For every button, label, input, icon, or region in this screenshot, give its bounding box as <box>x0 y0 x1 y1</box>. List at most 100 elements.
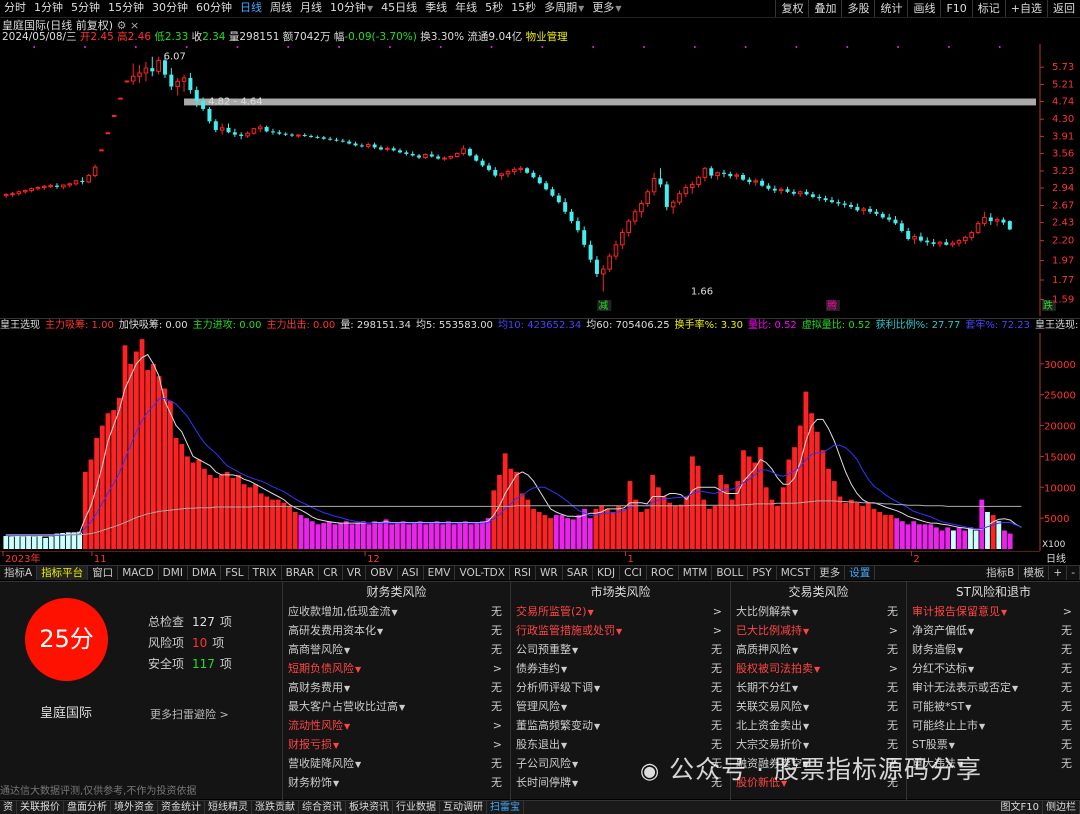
indicator-tab-2[interactable]: 窗口 <box>88 566 119 580</box>
bottom-right-1[interactable]: 侧边栏 <box>1043 801 1080 814</box>
indicator-tab-22[interactable]: BOLL <box>712 566 749 580</box>
risk-item[interactable]: 审计无法表示或否定▼ 无 <box>907 678 1080 697</box>
period-3[interactable]: 15分钟 <box>104 0 148 17</box>
indicator-tab-15[interactable]: RSI <box>510 566 536 580</box>
indicator-tab-8[interactable]: BRAR <box>282 566 320 580</box>
indicator-right-2[interactable]: + <box>1049 566 1068 580</box>
bottom-tab-4[interactable]: 资金统计 <box>158 801 205 814</box>
risk-item[interactable]: 应收款增加,低现金流▼ 无 <box>283 602 510 621</box>
bottom-tab-8[interactable]: 板块资讯 <box>346 801 393 814</box>
period-12[interactable]: 年线 <box>451 0 481 17</box>
bottom-tab-0[interactable]: 资 <box>0 801 17 814</box>
risk-item[interactable]: 短期负债风险▼ > <box>283 659 510 678</box>
indicator-tab-24[interactable]: MCST <box>777 566 816 580</box>
indicator-tab-10[interactable]: VR <box>343 566 367 580</box>
risk-item[interactable]: 长期不分红▼ 无 <box>731 678 906 697</box>
risk-item[interactable]: 审计报告保留意见▼ > <box>907 602 1080 621</box>
indicator-tab-0[interactable]: 指标A <box>0 566 38 580</box>
period-5[interactable]: 60分钟 <box>192 0 236 17</box>
more-scan-link[interactable]: 更多扫雷避险 > <box>150 706 229 722</box>
indicator-tab-6[interactable]: FSL <box>221 566 249 580</box>
tool-2[interactable]: 多股 <box>841 0 874 17</box>
risk-item[interactable]: 高研发费用资本化▼ 无 <box>283 621 510 640</box>
indicator-right-0[interactable]: 指标B <box>982 566 1020 580</box>
candlestick-chart[interactable]: 6.071.664.82 - 4.64减腾跌测财5.735.214.744.30… <box>0 44 1080 316</box>
indicator-tab-18[interactable]: KDJ <box>593 566 621 580</box>
period-15[interactable]: 多周期▼ <box>540 0 588 17</box>
indicator-tab-11[interactable]: OBV <box>366 566 398 580</box>
tool-8[interactable]: 返回 <box>1047 0 1080 17</box>
bottom-tab-6[interactable]: 涨跌贡献 <box>252 801 299 814</box>
risk-item[interactable]: 营收陡降风险▼ 无 <box>283 754 510 773</box>
risk-item[interactable]: 管理风险▼ 无 <box>511 697 730 716</box>
risk-item[interactable]: 财务粉饰▼ 无 <box>283 773 510 792</box>
period-indicator[interactable]: 日线 <box>1046 552 1066 565</box>
indicator-tab-3[interactable]: MACD <box>118 566 159 580</box>
bottom-right-0[interactable]: 图文F10 <box>998 801 1043 814</box>
bottom-tab-10[interactable]: 互动调研 <box>440 801 487 814</box>
indicator-tab-4[interactable]: DMI <box>159 566 188 580</box>
risk-item[interactable]: 北上资金卖出▼ 无 <box>731 716 906 735</box>
risk-item[interactable]: 高商誉风险▼ 无 <box>283 640 510 659</box>
indicator-tab-21[interactable]: MTM <box>679 566 713 580</box>
indicator-right-1[interactable]: 模板 <box>1019 566 1050 580</box>
risk-item[interactable]: 可能终止上市▼ 无 <box>907 716 1080 735</box>
risk-item[interactable]: 行政监管措施或处罚▼ > <box>511 621 730 640</box>
risk-item[interactable]: 大比例解禁▼ 无 <box>731 602 906 621</box>
risk-item[interactable]: 公司预重整▼ 无 <box>511 640 730 659</box>
risk-item[interactable]: 董监高频繁变动▼ 无 <box>511 716 730 735</box>
risk-item[interactable]: 高财务费用▼ 无 <box>283 678 510 697</box>
tool-6[interactable]: 标记 <box>971 0 1005 17</box>
indicator-tab-1[interactable]: 指标平台 <box>37 566 89 580</box>
period-8[interactable]: 月线 <box>296 0 326 17</box>
period-14[interactable]: 15秒 <box>507 0 540 17</box>
indicator-tab-9[interactable]: CR <box>319 566 343 580</box>
event-marker[interactable]: 腾 <box>827 299 837 312</box>
risk-item[interactable]: 分析师评级下调▼ 无 <box>511 678 730 697</box>
risk-item[interactable]: 交易所监管(2)▼ > <box>511 602 730 621</box>
indicator-tab-12[interactable]: ASI <box>398 566 424 580</box>
indicator-right-3[interactable]: - <box>1067 566 1080 580</box>
volume-chart[interactable]: 30000 25000 20000 15000 10000 5000 X100 <box>0 333 1080 551</box>
indicator-tab-13[interactable]: EMV <box>424 566 456 580</box>
risk-item[interactable]: 最大客户占营收比过高▼ 无 <box>283 697 510 716</box>
bottom-tab-5[interactable]: 短线精灵 <box>205 801 252 814</box>
risk-item[interactable]: 关联交易风险▼ 无 <box>731 697 906 716</box>
risk-item[interactable]: 财报亏损▼ > <box>283 735 510 754</box>
tool-0[interactable]: 复权 <box>775 0 808 17</box>
tool-7[interactable]: +自选 <box>1004 0 1047 17</box>
risk-item[interactable]: 可能被*ST▼ 无 <box>907 697 1080 716</box>
tool-1[interactable]: 叠加 <box>808 0 841 17</box>
indicator-tab-23[interactable]: PSY <box>748 566 777 580</box>
period-6[interactable]: 日线 <box>236 0 266 17</box>
tool-5[interactable]: F10 <box>940 0 971 17</box>
indicator-tab-25[interactable]: 更多 <box>815 566 846 580</box>
period-13[interactable]: 5秒 <box>481 0 507 17</box>
indicator-tab-17[interactable]: SAR <box>563 566 594 580</box>
event-marker[interactable]: 减 <box>598 300 608 312</box>
risk-item[interactable]: 股权被司法拍卖▼ > <box>731 659 906 678</box>
period-16[interactable]: 更多▼ <box>588 0 625 17</box>
indicator-tab-26[interactable]: 设置 <box>845 566 876 580</box>
indicator-tab-16[interactable]: WR <box>536 566 563 580</box>
indicator-tab-14[interactable]: VOL-TDX <box>455 566 510 580</box>
risk-item[interactable]: 流动性风险▼ > <box>283 716 510 735</box>
bottom-tab-7[interactable]: 综合资讯 <box>299 801 346 814</box>
period-4[interactable]: 30分钟 <box>148 0 192 17</box>
period-10[interactable]: 45日线 <box>377 0 421 17</box>
risk-item[interactable]: 高质押风险▼ 无 <box>731 640 906 659</box>
period-11[interactable]: 季线 <box>421 0 451 17</box>
indicator-tab-19[interactable]: CCI <box>620 566 647 580</box>
period-2[interactable]: 5分钟 <box>67 0 104 17</box>
bottom-tab-9[interactable]: 行业数据 <box>393 801 440 814</box>
risk-item[interactable]: 已大比例减持▼ > <box>731 621 906 640</box>
tool-3[interactable]: 统计 <box>874 0 907 17</box>
period-1[interactable]: 1分钟 <box>30 0 67 17</box>
period-0[interactable]: 分时 <box>0 0 30 17</box>
risk-item[interactable]: 分红不达标▼ 无 <box>907 659 1080 678</box>
indicator-tab-5[interactable]: DMA <box>188 566 222 580</box>
risk-item[interactable]: 债券违约▼ 无 <box>511 659 730 678</box>
bottom-tab-1[interactable]: 关联报价 <box>17 801 64 814</box>
period-9[interactable]: 10分钟▼ <box>326 0 377 17</box>
risk-item[interactable]: 财务造假▼ 无 <box>907 640 1080 659</box>
